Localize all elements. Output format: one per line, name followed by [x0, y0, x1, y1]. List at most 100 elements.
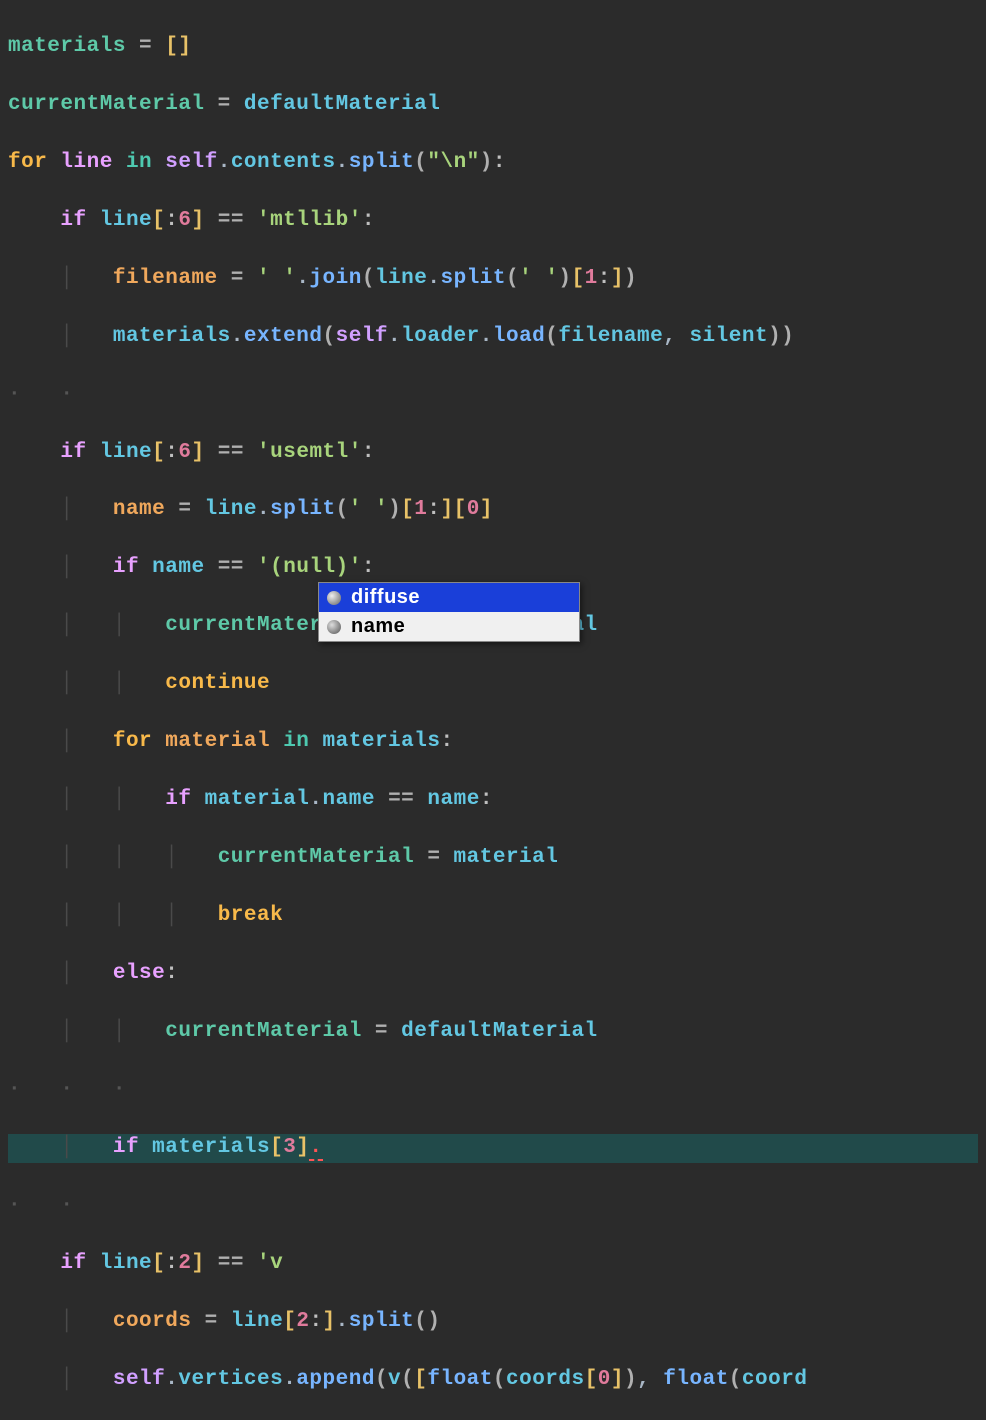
error-underline: .: [309, 1136, 322, 1161]
code-line: │ coords = line[2:].split(): [8, 1308, 978, 1337]
keyword-if: if: [113, 1136, 139, 1159]
keyword-for: for: [113, 730, 152, 753]
identifier: name: [152, 556, 204, 579]
string: 'usemtl': [257, 441, 362, 464]
bracket: [: [165, 35, 178, 58]
code-line: │ │ currentMaterial = defaultMaterial: [8, 1018, 978, 1047]
method: split: [349, 1310, 415, 1333]
code-line: │ filename = ' '.join(line.split(' ')[1:…: [8, 265, 978, 294]
identifier: name: [113, 498, 165, 521]
identifier: defaultMaterial: [244, 93, 441, 116]
operator: =: [231, 267, 244, 290]
code-line: · ·: [8, 381, 978, 410]
string: 'mtllib': [257, 209, 362, 232]
number: 6: [178, 441, 191, 464]
operator: ==: [218, 556, 244, 579]
identifier: coord: [742, 1368, 808, 1391]
code-line: │ for material in materials:: [8, 728, 978, 757]
keyword-if: if: [60, 1252, 86, 1275]
code-line: for line in self.contents.split("\n"):: [8, 149, 978, 178]
number: 1: [585, 267, 598, 290]
operator: ==: [218, 441, 244, 464]
identifier: line: [205, 498, 257, 521]
code-line: │ if name == '(null)':: [8, 554, 978, 583]
identifier: name: [427, 788, 479, 811]
number: 3: [283, 1136, 296, 1159]
code-line: │ │ │ currentMaterial = material: [8, 844, 978, 873]
autocomplete-item[interactable]: name: [319, 612, 579, 641]
autocomplete-popup[interactable]: diffuse name: [318, 582, 580, 642]
string: 'v: [257, 1252, 283, 1275]
operator: =: [427, 846, 440, 869]
identifier: material: [165, 730, 270, 753]
field-icon: [327, 591, 341, 605]
method: append: [296, 1368, 375, 1391]
code-line: │ self.vertices.append(v([float(coords[0…: [8, 1366, 978, 1395]
bracket: ]: [178, 35, 191, 58]
autocomplete-label: diffuse: [351, 586, 420, 609]
keyword-in: in: [126, 151, 152, 174]
number: 0: [467, 498, 480, 521]
autocomplete-label: name: [351, 615, 405, 638]
string: ' ': [349, 498, 388, 521]
operator: =: [218, 93, 231, 116]
code-line: │ │ continue: [8, 670, 978, 699]
code-line: if line[:6] == 'usemtl':: [8, 439, 978, 468]
method: split: [270, 498, 336, 521]
identifier: coords: [113, 1310, 192, 1333]
identifier: line: [100, 1252, 152, 1275]
keyword-continue: continue: [165, 672, 270, 695]
keyword-else: else: [113, 962, 165, 985]
identifier: materials: [113, 325, 231, 348]
operator: =: [139, 35, 152, 58]
code-line: if line[:2] == 'v: [8, 1250, 978, 1279]
keyword-for: for: [8, 151, 47, 174]
operator: ==: [218, 209, 244, 232]
code-line: │ materials.extend(self.loader.load(file…: [8, 323, 978, 352]
keyword-if: if: [113, 556, 139, 579]
identifier: material: [454, 846, 559, 869]
identifier: line: [100, 441, 152, 464]
number: 2: [178, 1252, 191, 1275]
code-line: · · ·: [8, 1076, 978, 1105]
method: join: [309, 267, 361, 290]
builtin: float: [663, 1368, 729, 1391]
identifier: materials: [323, 730, 441, 753]
identifier: defaultMaterial: [401, 1020, 598, 1043]
attribute: contents: [231, 151, 336, 174]
identifier: materials: [152, 1136, 270, 1159]
identifier: line: [231, 1310, 283, 1333]
keyword-break: break: [218, 904, 284, 927]
code-line: │ else:: [8, 960, 978, 989]
operator: =: [178, 498, 191, 521]
number: 6: [178, 209, 191, 232]
code-line: │ name = line.split(' ')[1:][0]: [8, 496, 978, 525]
string: '(null)': [257, 556, 362, 579]
code-line: │ │ if material.name == name:: [8, 786, 978, 815]
self: self: [113, 1368, 165, 1391]
autocomplete-item[interactable]: diffuse: [319, 583, 579, 612]
operator: ==: [218, 1252, 244, 1275]
identifier: material: [205, 788, 310, 811]
keyword-if: if: [60, 209, 86, 232]
number: 1: [414, 498, 427, 521]
code-line-active: │ if materials[3].: [8, 1134, 978, 1163]
code-line: · ·: [8, 1192, 978, 1221]
self: self: [336, 325, 388, 348]
keyword-if: if: [60, 441, 86, 464]
code-line: │ │ │ break: [8, 902, 978, 931]
method: load: [493, 325, 545, 348]
identifier: materials: [8, 35, 126, 58]
operator: =: [375, 1020, 388, 1043]
identifier: currentMaterial: [165, 1020, 362, 1043]
operator: =: [205, 1310, 218, 1333]
code-line: currentMaterial = defaultMaterial: [8, 91, 978, 120]
identifier: currentMaterial: [218, 846, 415, 869]
attribute: loader: [401, 325, 480, 348]
keyword-in: in: [283, 730, 309, 753]
method: split: [440, 267, 506, 290]
method: split: [349, 151, 415, 174]
number: 2: [296, 1310, 309, 1333]
code-editor[interactable]: materials = [] currentMaterial = default…: [0, 0, 986, 1420]
number: 0: [598, 1368, 611, 1391]
